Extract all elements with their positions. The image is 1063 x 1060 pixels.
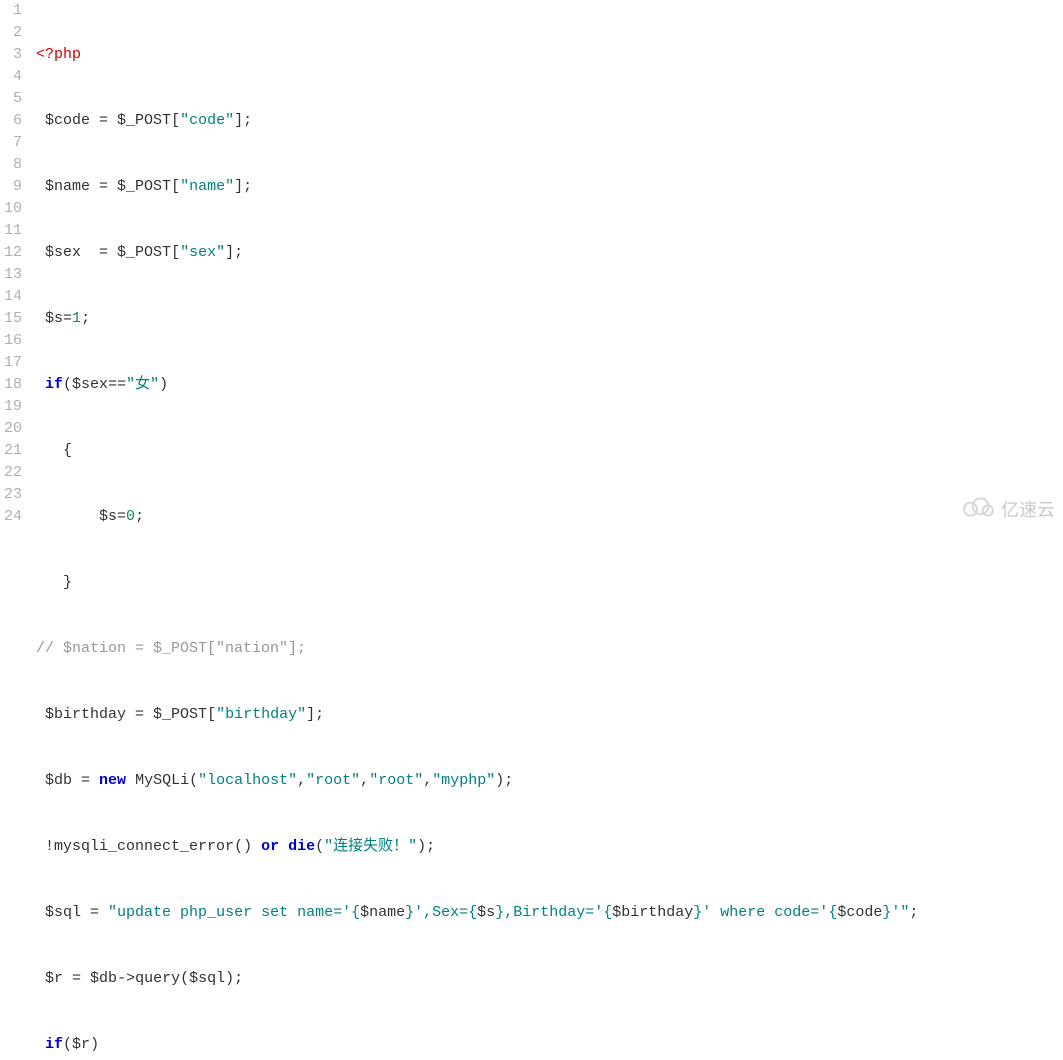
line-number: 11 — [0, 220, 22, 242]
line-number: 5 — [0, 88, 22, 110]
line-number: 13 — [0, 264, 22, 286]
code-line: $s=0; — [30, 506, 1063, 528]
line-number: 23 — [0, 484, 22, 506]
line-number: 3 — [0, 44, 22, 66]
watermark: 亿速云 — [959, 495, 1055, 524]
code-line: $db = new MySQLi("localhost","root","roo… — [30, 770, 1063, 792]
code-line: { — [30, 440, 1063, 462]
code-line: if($r) — [30, 1034, 1063, 1056]
code-line: } — [30, 572, 1063, 594]
code-line: $name = $_POST["name"]; — [30, 176, 1063, 198]
code-line: $s=1; — [30, 308, 1063, 330]
watermark-text: 亿速云 — [1001, 499, 1055, 521]
line-number: 10 — [0, 198, 22, 220]
code-area[interactable]: <?php $code = $_POST["code"]; $name = $_… — [30, 0, 1063, 1060]
line-number: 15 — [0, 308, 22, 330]
line-number-gutter: 1 2 3 4 5 6 7 8 9 10 11 12 13 14 15 16 1… — [0, 0, 30, 1060]
line-number: 20 — [0, 418, 22, 440]
line-number: 17 — [0, 352, 22, 374]
line-number: 22 — [0, 462, 22, 484]
code-line: $code = $_POST["code"]; — [30, 110, 1063, 132]
line-number: 24 — [0, 506, 22, 528]
code-line: $sql = "update php_user set name='{$name… — [30, 902, 1063, 924]
code-line: if($sex=="女") — [30, 374, 1063, 396]
code-line: $r = $db->query($sql); — [30, 968, 1063, 990]
line-number: 9 — [0, 176, 22, 198]
code-line: $sex = $_POST["sex"]; — [30, 242, 1063, 264]
line-number: 4 — [0, 66, 22, 88]
line-number: 18 — [0, 374, 22, 396]
line-number: 16 — [0, 330, 22, 352]
line-number: 12 — [0, 242, 22, 264]
line-number: 8 — [0, 154, 22, 176]
line-number: 6 — [0, 110, 22, 132]
line-number: 7 — [0, 132, 22, 154]
line-number: 1 — [0, 0, 22, 22]
code-editor[interactable]: 1 2 3 4 5 6 7 8 9 10 11 12 13 14 15 16 1… — [0, 0, 1063, 1060]
code-line: !mysqli_connect_error() or die("连接失败！"); — [30, 836, 1063, 858]
code-line: // $nation = $_POST["nation"]; — [30, 638, 1063, 660]
code-line: $birthday = $_POST["birthday"]; — [30, 704, 1063, 726]
line-number: 14 — [0, 286, 22, 308]
code-line: <?php — [30, 44, 1063, 66]
line-number: 2 — [0, 22, 22, 44]
line-number: 19 — [0, 396, 22, 418]
cloud-icon — [959, 495, 995, 524]
line-number: 21 — [0, 440, 22, 462]
